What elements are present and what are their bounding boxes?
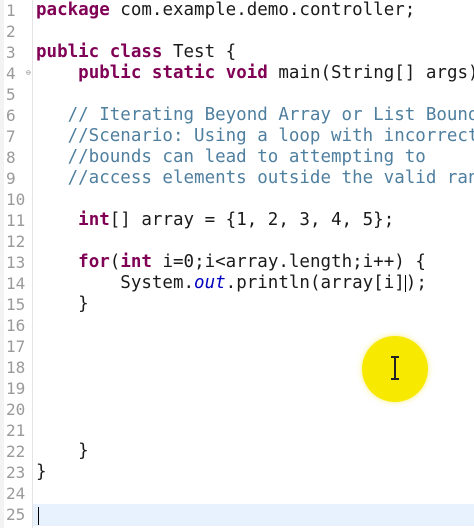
code-token: [] array = {1, 2, 3, 4, 5}; <box>109 210 395 230</box>
code-line[interactable]: 10 <box>0 189 474 210</box>
code-line[interactable]: 23} <box>0 462 474 483</box>
keyword-token: package <box>36 0 110 20</box>
code-token: } <box>36 441 89 461</box>
line-number: 25 <box>6 505 26 524</box>
code-text: } <box>36 462 47 483</box>
code-token: } <box>36 462 47 482</box>
code-token: } <box>36 294 89 314</box>
code-line[interactable]: 25 <box>0 504 474 525</box>
code-line[interactable]: 9 //access elements outside the valid ra… <box>0 168 474 189</box>
line-number: 8 <box>6 148 16 167</box>
code-line[interactable]: 20 <box>0 399 474 420</box>
code-line[interactable]: 1 package com.example.demo.controller; <box>0 0 474 21</box>
text-caret <box>38 507 39 525</box>
line-number: 10 <box>6 190 26 209</box>
line-number: 13 <box>6 253 26 272</box>
line-number: 9 <box>6 169 16 188</box>
code-line[interactable]: 12 <box>0 231 474 252</box>
code-token: Test { <box>162 42 237 62</box>
code-text: public static void main(String[] args) <box>36 63 474 84</box>
code-text: } <box>36 441 89 462</box>
code-text: } <box>36 294 89 315</box>
code-text: //bounds can lead to attempting to <box>36 147 426 168</box>
code-line[interactable]: 13 for(int i=0;i<array.length;i++) { <box>0 252 474 273</box>
line-number: 14 <box>6 274 26 293</box>
code-line[interactable]: 11 int[] array = {1, 2, 3, 4, 5}; <box>0 210 474 231</box>
code-line[interactable]: 21 <box>0 420 474 441</box>
line-number: 23 <box>6 463 26 482</box>
code-token: ); <box>405 273 427 293</box>
line-number: 5 <box>6 85 16 104</box>
code-text: //Scenario: Using a loop with incorrect <box>36 126 474 147</box>
keyword-token: for <box>78 252 110 272</box>
code-line[interactable]: 4 ⊖ public static void main(String[] args… <box>0 63 474 84</box>
code-line[interactable]: 8 //bounds can lead to attempting to <box>0 147 474 168</box>
fold-toggle-icon[interactable]: ⊖ <box>26 69 31 77</box>
line-number: 11 <box>6 211 26 230</box>
keyword-token: int <box>120 252 152 272</box>
line-number: 16 <box>6 316 26 335</box>
code-line[interactable]: 2 <box>0 21 474 42</box>
line-number: 12 <box>6 232 26 251</box>
code-line[interactable]: 24 <box>0 483 474 504</box>
code-token: .println(array[i] <box>225 273 405 293</box>
keyword-token: public <box>36 42 100 62</box>
code-token: i=0;i<array.length;i++) { <box>151 252 426 272</box>
line-number: 3 <box>6 43 16 62</box>
code-line[interactable]: 22 } <box>0 441 474 462</box>
code-token: System. <box>36 273 195 293</box>
comment-token: //Scenario: Using a loop with incorrect <box>67 126 474 146</box>
code-line[interactable]: 7 //Scenario: Using a loop with incorrec… <box>0 126 474 147</box>
code-line[interactable]: 3 public class Test { <box>0 42 474 63</box>
text-ibeam-cursor-icon <box>391 356 399 380</box>
code-line[interactable]: 15 } <box>0 294 474 315</box>
code-token: main(String[] args) <box>267 63 474 83</box>
code-text: package com.example.demo.controller; <box>36 0 415 21</box>
code-text: System.out.println(array[i]); <box>36 273 427 294</box>
line-number: 24 <box>6 484 26 503</box>
static-field-token: out <box>194 273 226 293</box>
keyword-token: public <box>78 63 142 83</box>
code-line[interactable]: 6 // Iterating Beyond Array or List Boun… <box>0 105 474 126</box>
code-text: // Iterating Beyond Array or List Bounds <box>36 105 474 126</box>
keyword-token: class <box>109 42 163 62</box>
line-number: 17 <box>6 337 26 356</box>
line-number: 7 <box>6 127 16 146</box>
comment-token: //access elements outside the valid rang… <box>67 168 474 188</box>
code-line[interactable]: 5 <box>0 84 474 105</box>
code-token: ( <box>109 252 121 272</box>
comment-token: // Iterating Beyond Array or List Bounds <box>67 105 474 125</box>
keyword-token: static <box>151 63 216 83</box>
code-editor[interactable]: 1 package com.example.demo.controller; 2 3 p… <box>0 0 474 528</box>
line-number: 22 <box>6 442 26 461</box>
line-number: 2 <box>6 22 16 41</box>
comment-token: //bounds can lead to attempting to <box>67 147 426 167</box>
code-line[interactable]: 16 <box>0 315 474 336</box>
line-number: 21 <box>6 421 26 440</box>
code-text: //access elements outside the valid rang… <box>36 168 474 189</box>
code-text: public class Test { <box>36 42 236 63</box>
line-number: 1 <box>6 1 16 20</box>
line-number: 20 <box>6 400 26 419</box>
line-number: 15 <box>6 295 26 314</box>
line-number: 6 <box>6 106 16 125</box>
code-token: com.example.demo.controller; <box>109 0 416 20</box>
code-text: for(int i=0;i<array.length;i++) { <box>36 252 426 273</box>
line-number: 19 <box>6 379 26 398</box>
line-number: 18 <box>6 358 26 377</box>
code-line[interactable]: 14 System.out.println(array[i]); <box>0 273 474 294</box>
code-text: int[] array = {1, 2, 3, 4, 5}; <box>36 210 394 231</box>
keyword-token: void <box>225 63 268 83</box>
keyword-token: int <box>78 210 110 230</box>
